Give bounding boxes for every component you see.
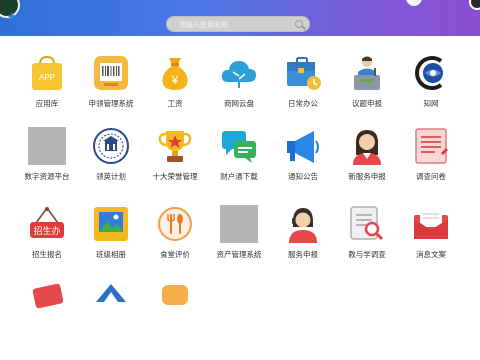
app-tile[interactable]: 数字资源平台 — [16, 127, 78, 205]
app-tile[interactable]: 领英计划 — [80, 127, 142, 205]
app-label: 申领管理系统 — [88, 99, 134, 108]
app-label: 十大荣誉管理 — [152, 172, 198, 181]
app-tile[interactable]: 商网云盘 — [208, 54, 270, 132]
app-label: 议题申报 — [352, 99, 382, 108]
app-label: 领英计划 — [96, 172, 126, 181]
app-label: 班级相册 — [96, 250, 126, 259]
barcode-package-icon — [92, 54, 130, 92]
app-label: 知网 — [423, 99, 439, 108]
svg-text:招生办: 招生办 — [33, 225, 60, 237]
svg-text:APP: APP — [39, 73, 55, 82]
app-tile[interactable]: 日常办公 — [272, 54, 334, 132]
app-label: 消息文案 — [416, 250, 446, 259]
app-tile[interactable]: 十大荣誉管理 — [144, 127, 206, 205]
app-label: 商网云盘 — [224, 99, 254, 108]
app-label: 招生报名 — [32, 250, 62, 259]
app-store-bag-icon: APP — [28, 54, 66, 92]
favorite-star-icon[interactable]: ★ — [6, 10, 18, 23]
app-tile[interactable]: 新服务申报 — [336, 127, 398, 205]
app-tile[interactable]: 知网 — [400, 54, 462, 132]
app-tile[interactable]: 通知公告 — [272, 127, 334, 205]
podium-speaker-icon — [348, 54, 386, 92]
app-tile[interactable]: 招生办 招生报名 — [16, 205, 78, 283]
app-label: 调查问卷 — [416, 172, 446, 181]
app-tile[interactable] — [16, 282, 78, 360]
cloud-tree-icon — [220, 54, 258, 92]
support-agent-icon — [284, 205, 322, 243]
app-tile[interactable]: APP 应用库 — [16, 54, 78, 132]
app-tile[interactable]: ¥ 工资 — [144, 54, 206, 132]
red-ticket-icon — [28, 282, 66, 320]
cutlery-icon — [156, 205, 194, 243]
placeholder-icon — [220, 205, 258, 243]
app-tile[interactable]: 服务申报 — [272, 205, 334, 283]
app-tile[interactable]: 班级相册 — [80, 205, 142, 283]
app-tile[interactable]: 调查问卷 — [400, 127, 462, 205]
app-tile[interactable]: 教与学调查 — [336, 205, 398, 283]
search-bar[interactable] — [166, 16, 310, 32]
svg-text:¥: ¥ — [171, 73, 179, 87]
app-tile[interactable]: 申领管理系统 — [80, 54, 142, 132]
envelope-icon — [412, 205, 450, 243]
blue-building-icon — [92, 282, 130, 320]
trophy-icon — [156, 127, 194, 165]
app-label: 教与学调查 — [348, 250, 386, 259]
survey-form-icon — [412, 127, 450, 165]
megaphone-icon — [284, 127, 322, 165]
university-emblem-icon — [92, 127, 130, 165]
service-woman-icon — [348, 127, 386, 165]
app-label: 应用库 — [35, 99, 59, 108]
app-tile[interactable]: 财户通下载 — [208, 127, 270, 205]
app-label: 资产管理系统 — [216, 250, 262, 259]
orange-box-icon — [156, 282, 194, 320]
app-label: 工资 — [167, 99, 183, 108]
app-label: 日常办公 — [288, 99, 318, 108]
chat-bubbles-icon — [220, 127, 258, 165]
app-label: 服务申报 — [288, 250, 318, 259]
app-tile[interactable]: 资产管理系统 — [208, 205, 270, 283]
app-label: 财户通下载 — [220, 172, 258, 181]
placeholder-icon — [28, 127, 66, 165]
enrollment-sign-icon: 招生办 — [28, 205, 66, 243]
cnki-logo-icon — [412, 54, 450, 92]
document-search-icon — [348, 205, 386, 243]
app-tile[interactable]: 消息文案 — [400, 205, 462, 283]
money-bag-icon: ¥ — [156, 54, 194, 92]
app-tile[interactable]: 议题申报 — [336, 54, 398, 132]
search-icon[interactable] — [295, 20, 303, 28]
app-label: 通知公告 — [288, 172, 318, 181]
app-label: 新服务申报 — [348, 172, 386, 181]
app-label: 食堂评价 — [160, 250, 190, 259]
app-tile[interactable] — [144, 282, 206, 360]
search-input[interactable] — [177, 18, 291, 32]
app-tile[interactable] — [80, 282, 142, 360]
app-tile[interactable]: 食堂评价 — [144, 205, 206, 283]
briefcase-clock-icon — [284, 54, 322, 92]
photo-album-icon — [92, 205, 130, 243]
app-label: 数字资源平台 — [24, 172, 70, 181]
